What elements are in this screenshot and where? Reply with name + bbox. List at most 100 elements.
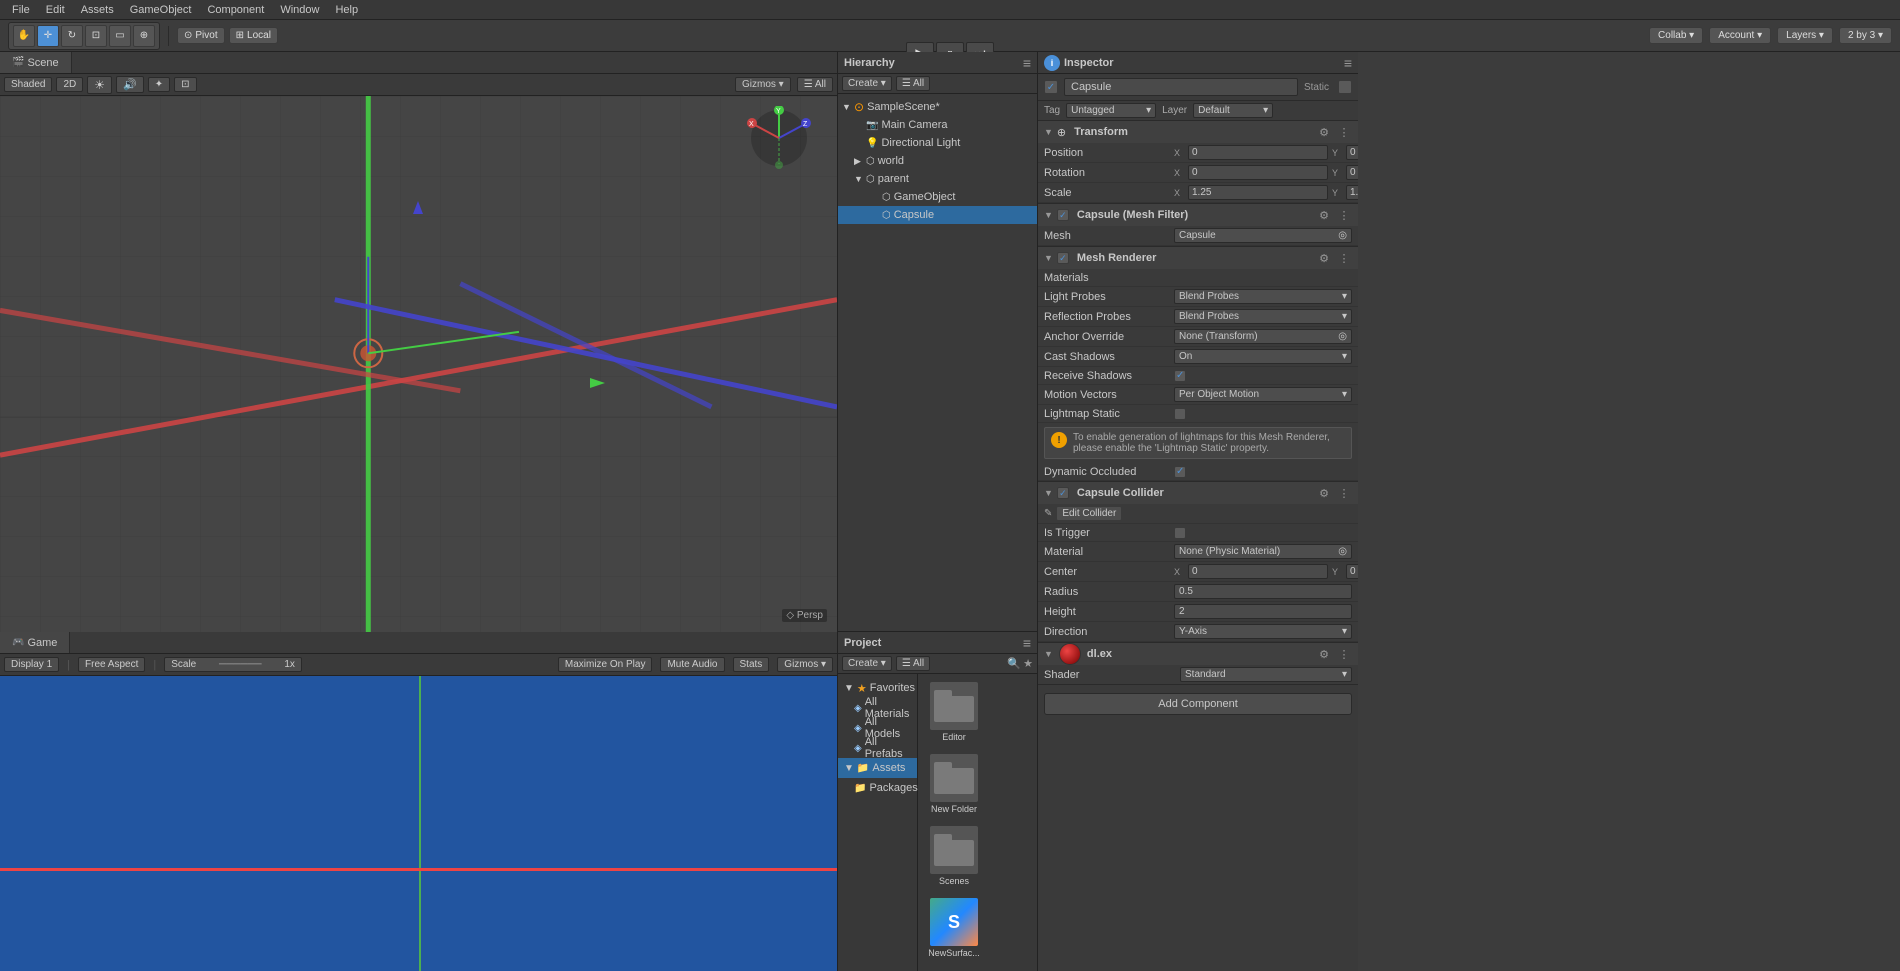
maximize-btn[interactable]: Maximize On Play xyxy=(558,657,653,672)
menu-component[interactable]: Component xyxy=(199,4,272,16)
game-canvas[interactable] xyxy=(0,676,837,971)
rect-tool-btn[interactable]: ▭ xyxy=(109,25,131,47)
cc-settings-btn[interactable]: ⚙ xyxy=(1316,485,1332,501)
mesh-renderer-header[interactable]: ▼ Mesh Renderer ⚙ ⋮ xyxy=(1038,247,1358,269)
menu-window[interactable]: Window xyxy=(272,4,327,16)
cast-shadows-dropdown[interactable]: On ▾ xyxy=(1174,349,1352,364)
transform-header[interactable]: ▼ ⊕ Transform ⚙ ⋮ xyxy=(1038,121,1358,143)
pos-x-input[interactable] xyxy=(1188,145,1328,160)
layer-dropdown[interactable]: Default ▾ xyxy=(1193,103,1273,118)
center-x-input[interactable] xyxy=(1188,564,1328,579)
pivot-btn[interactable]: ⊙ Pivot xyxy=(177,27,225,44)
is-trigger-checkbox[interactable] xyxy=(1174,527,1186,539)
shaded-btn[interactable]: Shaded xyxy=(4,77,52,92)
scale-tool-btn[interactable]: ⊡ xyxy=(85,25,107,47)
hand-tool-btn[interactable]: ✋ xyxy=(13,25,35,47)
layout-btn[interactable]: 2 by 3 ▾ xyxy=(1839,27,1892,44)
obj-active-checkbox[interactable] xyxy=(1044,80,1058,94)
rot-x-input[interactable] xyxy=(1188,165,1328,180)
transform-overflow-btn[interactable]: ⋮ xyxy=(1336,124,1352,140)
mute-btn[interactable]: Mute Audio xyxy=(660,657,724,672)
menu-gameobject[interactable]: GameObject xyxy=(122,4,200,16)
custom-tool-btn[interactable]: ⊕ xyxy=(133,25,155,47)
hierarchy-scene-root[interactable]: ▼ ⊙ SampleScene* xyxy=(838,98,1037,116)
assets-item[interactable]: ▼ 📁 Assets xyxy=(838,758,917,778)
tag-dropdown[interactable]: Untagged ▾ xyxy=(1066,103,1156,118)
radius-input[interactable] xyxy=(1174,584,1352,599)
obj-name-input[interactable] xyxy=(1064,78,1298,96)
hierarchy-item-main-camera[interactable]: 📷 Main Camera xyxy=(838,116,1037,134)
hierarchy-menu-btn[interactable]: ≡ xyxy=(1023,55,1031,71)
material-header[interactable]: ▼ dl.ex ⚙ ⋮ xyxy=(1038,643,1358,665)
center-y-input[interactable] xyxy=(1346,564,1358,579)
asset-editor[interactable]: Editor xyxy=(922,678,986,746)
layers-btn[interactable]: Layers ▾ xyxy=(1777,27,1833,44)
anchor-override-dropdown[interactable]: None (Transform) ◎ xyxy=(1174,329,1352,344)
game-gizmos-btn[interactable]: Gizmos ▾ xyxy=(777,657,833,672)
project-menu-btn[interactable]: ≡ xyxy=(1023,635,1031,651)
collab-btn[interactable]: Collab ▾ xyxy=(1649,27,1703,44)
asset-new-folder[interactable]: New Folder xyxy=(922,750,986,818)
edit-collider-btn[interactable]: Edit Collider xyxy=(1056,506,1122,521)
motion-vectors-dropdown[interactable]: Per Object Motion ▾ xyxy=(1174,387,1352,402)
all-models-item[interactable]: ◈ All Models xyxy=(838,718,917,738)
asset-newsurf[interactable]: S NewSurfac... xyxy=(922,894,986,962)
scene-tab[interactable]: 🎬 Scene xyxy=(0,52,72,73)
scale-select[interactable]: Scale ────── 1x xyxy=(164,657,302,672)
light-btn[interactable]: ☀ xyxy=(87,76,112,94)
account-btn[interactable]: Account ▾ xyxy=(1709,27,1771,44)
favorites-item[interactable]: ▼ ★ Favorites xyxy=(838,678,917,698)
pos-y-input[interactable] xyxy=(1346,145,1358,160)
hierarchy-item-parent[interactable]: ▼ ⬡ parent xyxy=(838,170,1037,188)
all-btn[interactable]: ☰ All xyxy=(797,77,833,92)
direction-dropdown[interactable]: Y-Axis ▾ xyxy=(1174,624,1352,639)
lightmap-static-checkbox[interactable] xyxy=(1174,408,1186,420)
scale-x-input[interactable] xyxy=(1188,185,1328,200)
mesh-dropdown[interactable]: Capsule ◎ xyxy=(1174,228,1352,243)
mr-checkbox[interactable] xyxy=(1057,252,1069,264)
display-select[interactable]: Display 1 xyxy=(4,657,59,672)
2d-btn[interactable]: 2D xyxy=(56,77,83,92)
gizmos-btn[interactable]: Gizmos ▾ xyxy=(735,77,791,92)
mat-overflow-btn[interactable]: ⋮ xyxy=(1336,646,1352,662)
move-tool-btn[interactable]: ✛ xyxy=(37,25,59,47)
hierarchy-item-directional-light[interactable]: 💡 Directional Light xyxy=(838,134,1037,152)
mf-settings-btn[interactable]: ⚙ xyxy=(1316,207,1332,223)
mf-checkbox[interactable] xyxy=(1057,209,1069,221)
mr-settings-btn[interactable]: ⚙ xyxy=(1316,250,1332,266)
hidden-btn[interactable]: ⊡ xyxy=(174,77,196,92)
mesh-filter-header[interactable]: ▼ Capsule (Mesh Filter) ⚙ ⋮ xyxy=(1038,204,1358,226)
audio-btn[interactable]: 🔊 xyxy=(116,76,144,93)
menu-assets[interactable]: Assets xyxy=(73,4,122,16)
all-prefabs-item[interactable]: ◈ All Prefabs xyxy=(838,738,917,758)
fx-btn[interactable]: ✦ xyxy=(148,77,170,92)
mf-overflow-btn[interactable]: ⋮ xyxy=(1336,207,1352,223)
add-component-btn[interactable]: Add Component xyxy=(1044,693,1352,715)
inspector-menu-btn[interactable]: ≡ xyxy=(1344,55,1352,71)
static-checkbox[interactable] xyxy=(1338,80,1352,94)
height-input[interactable] xyxy=(1174,604,1352,619)
menu-edit[interactable]: Edit xyxy=(38,4,73,16)
mat-settings-btn[interactable]: ⚙ xyxy=(1316,646,1332,662)
asset-scenes[interactable]: Scenes xyxy=(922,822,986,890)
project-all-btn[interactable]: ☰ All xyxy=(896,656,930,671)
all-materials-item[interactable]: ◈ All Materials xyxy=(838,698,917,718)
cc-checkbox[interactable] xyxy=(1057,487,1069,499)
rotate-tool-btn[interactable]: ↻ xyxy=(61,25,83,47)
light-probes-dropdown[interactable]: Blend Probes ▾ xyxy=(1174,289,1352,304)
dynamic-occluded-checkbox[interactable] xyxy=(1174,466,1186,478)
packages-item[interactable]: 📁 Packages xyxy=(838,778,917,798)
aspect-select[interactable]: Free Aspect xyxy=(78,657,145,672)
rot-y-input[interactable] xyxy=(1346,165,1358,180)
shader-dropdown[interactable]: Standard ▾ xyxy=(1180,667,1352,682)
transform-settings-btn[interactable]: ⚙ xyxy=(1316,124,1332,140)
hierarchy-item-world[interactable]: ▶ ⬡ world xyxy=(838,152,1037,170)
cc-overflow-btn[interactable]: ⋮ xyxy=(1336,485,1352,501)
hierarchy-item-gameobject[interactable]: ⬡ GameObject xyxy=(838,188,1037,206)
hierarchy-create-btn[interactable]: Create ▾ xyxy=(842,76,892,91)
capsule-collider-header[interactable]: ▼ Capsule Collider ⚙ ⋮ xyxy=(1038,482,1358,504)
scene-canvas[interactable]: Y Z X ◇ Persp xyxy=(0,96,837,632)
hierarchy-all-btn[interactable]: ☰ All xyxy=(896,76,930,91)
menu-help[interactable]: Help xyxy=(327,4,366,16)
mr-overflow-btn[interactable]: ⋮ xyxy=(1336,250,1352,266)
